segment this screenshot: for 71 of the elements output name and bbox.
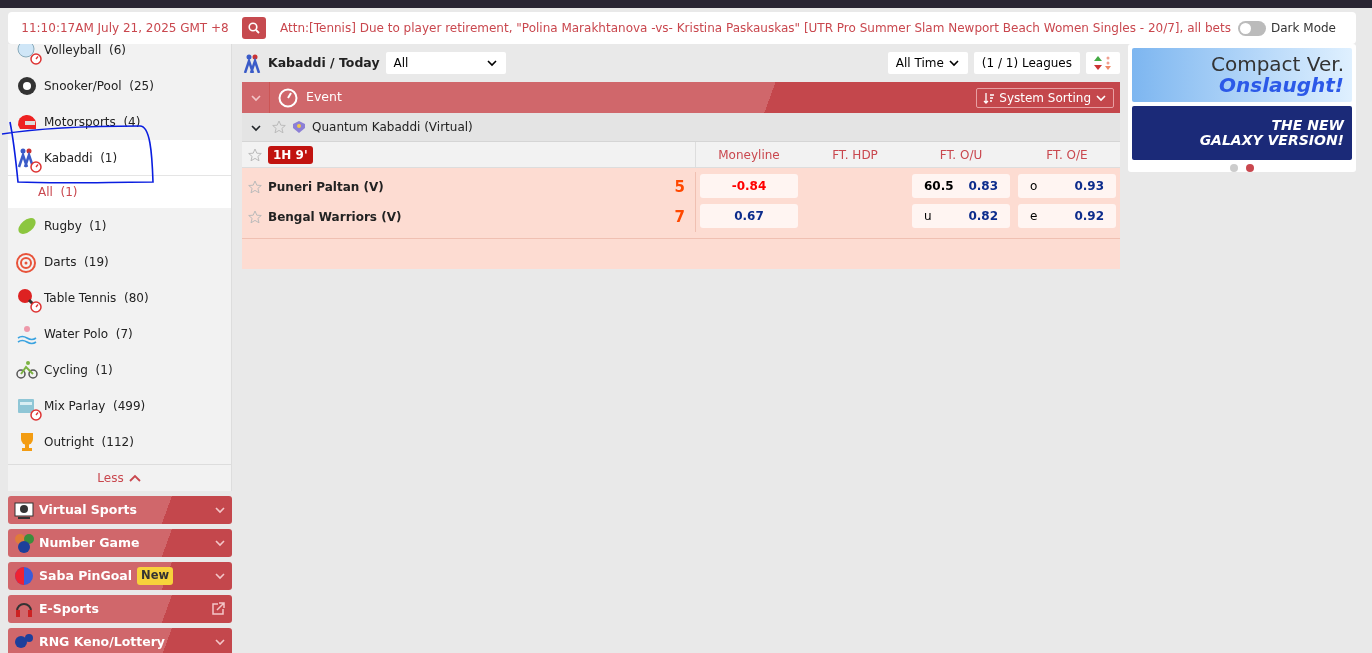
sort-arrows-icon [1094,55,1112,71]
odds-button[interactable]: o 0.93 [1018,174,1116,198]
sphere-icon [14,566,34,586]
star-icon[interactable] [248,147,262,162]
odds-button[interactable]: 60.5 0.83 [912,174,1010,198]
live-time-badge: 1H 9' [268,145,313,164]
odds-button[interactable]: 0.67 [700,204,798,228]
clock-text: 11:10:17AM July 21, 2025 GMT +8 [20,20,230,37]
number-balls-icon [14,533,34,553]
dartboard-icon [16,251,38,273]
sport-item[interactable]: Table Tennis (80) [8,280,231,316]
promo-banner[interactable]: THE NEW GALAXY VERSION! [1132,106,1352,160]
sport-item[interactable]: Darts (19) [8,244,231,280]
time-filter-dropdown[interactable]: All Time [887,52,968,74]
billiard-ball-icon [16,75,38,97]
star-icon[interactable] [248,210,262,224]
event-header-bar: Event System Sorting [242,82,1120,113]
column-header: FT. O/E [1045,146,1089,164]
cyclist-icon [16,359,38,381]
rugby-ball-icon [16,215,38,237]
stopwatch-icon [278,87,298,108]
star-icon[interactable] [248,180,262,194]
team-score: 7 [674,206,685,228]
search-button[interactable] [242,17,266,39]
team-score: 5 [674,176,685,198]
star-icon[interactable] [272,120,286,134]
new-badge: New [137,567,174,585]
leagues-button[interactable]: (1 / 1) Leagues [973,52,1080,74]
carousel-dot[interactable] [1230,164,1238,172]
odds-button[interactable]: -0.84 [700,174,798,198]
announcement-text: Attn:[Tennis] Due to player retirement, "Polina Marakhtanova -vs- Kristina Paskauskas" [UTR Pro Summer Slam Newport Beach Women Singles - 20/7], all bets [280,20,1232,37]
team-name: Bengal Warriors (V) [268,209,403,226]
sport-item[interactable]: Outright (112) [8,424,231,460]
wrestlers-icon [242,53,262,73]
search-icon [248,22,260,34]
sidebar-section[interactable]: Saba PinGoal New [8,562,232,590]
sport-item[interactable]: Kabaddi (1) [8,140,231,176]
sport-item[interactable]: Snooker/Pool (25) [8,68,231,104]
volleyball-icon [16,44,38,61]
filter-dropdown[interactable]: All [385,52,506,74]
sport-item[interactable]: Mix Parlay (499) [8,388,231,424]
sidebar-section[interactable]: E-Sports [8,595,232,623]
system-sorting-button[interactable]: System Sorting [976,87,1114,108]
league-name: Quantum Kabaddi (Virtual) [312,119,473,136]
sidebar-section[interactable]: Number Game [8,529,232,557]
column-header: FT. O/U [938,146,984,164]
column-header: FT. HDP [831,146,879,164]
dark-mode-label: Dark Mode [1271,20,1336,37]
shield-icon [292,120,306,134]
breadcrumb-title: Kabaddi / Today [268,53,380,72]
carousel-dot[interactable] [1246,164,1254,172]
sidebar-section[interactable]: Virtual Sports [8,496,232,524]
sidebar-section[interactable]: RNG Keno/Lottery [8,628,232,653]
promo-banner[interactable]: Compact Ver. Onslaught! [1132,48,1352,102]
less-button[interactable]: Less [93,469,146,487]
sport-item[interactable]: Volleyball (6) [8,44,231,68]
sport-item[interactable]: Rugby (1) [8,208,231,244]
chevron-down-icon [485,57,498,69]
sort-icon [983,91,996,104]
column-header: Moneyline [717,146,781,164]
chevron-down-icon [947,57,960,69]
odds-button[interactable]: e 0.92 [1018,204,1116,228]
swimmer-icon [16,323,38,345]
team-name: Puneri Paltan (V) [268,179,385,196]
sport-item[interactable]: Water Polo (7) [8,316,231,352]
sport-item[interactable]: Cycling (1) [8,352,231,388]
odds-button[interactable]: u 0.82 [912,204,1010,228]
chevron-up-icon [127,473,142,483]
sub-item[interactable]: All (1) [8,176,231,208]
sort-button[interactable] [1086,52,1120,74]
dark-mode-toggle[interactable] [1238,20,1266,36]
